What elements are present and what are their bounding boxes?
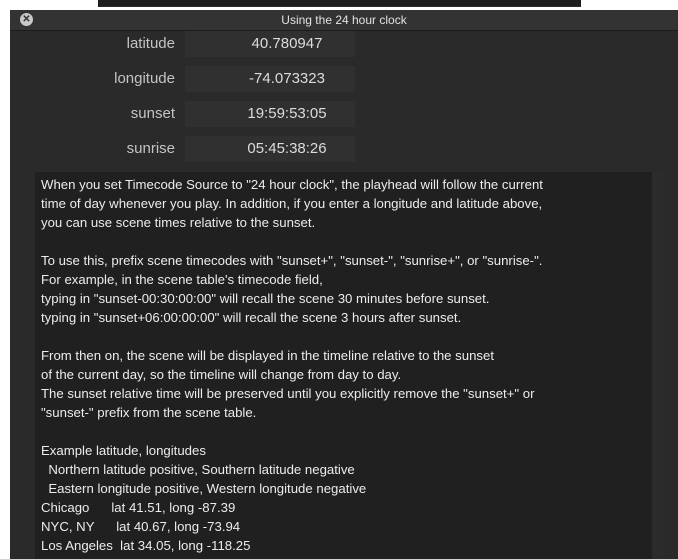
longitude-value: -74.073323 <box>249 70 325 87</box>
longitude-row: longitude -74.073323 <box>10 66 678 92</box>
help-line: "sunset-" prefix from the scene table. <box>41 405 257 420</box>
help-line: The sunset relative time will be preserv… <box>41 386 535 401</box>
latitude-field[interactable]: 40.780947 <box>185 31 355 57</box>
help-line: Los Angeles lat 34.05, long -118.25 <box>41 538 251 553</box>
help-line: From then on, the scene will be displaye… <box>41 348 495 363</box>
sunset-value: 19:59:53:05 <box>247 105 327 122</box>
sunrise-row: sunrise 05:45:38:26 <box>10 136 678 162</box>
help-paragraph-timeline: From then on, the scene will be displaye… <box>41 346 651 422</box>
help-paragraph-intro: When you set Timecode Source to "24 hour… <box>41 175 651 232</box>
latitude-value: 40.780947 <box>251 35 323 52</box>
help-paragraph-usage: To use this, prefix scene timecodes with… <box>41 251 651 327</box>
help-line: typing in "sunset-00:30:00:00" will reca… <box>41 291 490 306</box>
sunrise-field[interactable]: 05:45:38:26 <box>185 136 355 162</box>
longitude-field[interactable]: -74.073323 <box>185 66 355 92</box>
help-line: of the current day, so the timeline will… <box>41 367 402 382</box>
sunset-label: sunset <box>130 105 175 122</box>
help-line: NYC, NY lat 40.67, long -73.94 <box>41 519 241 534</box>
sunset-row: sunset 19:59:53:05 <box>10 101 678 127</box>
help-line: typing in "sunset+06:00:00:00" will reca… <box>41 310 462 325</box>
longitude-label: longitude <box>114 70 175 87</box>
help-line: Example latitude, longitudes <box>41 443 206 458</box>
help-line: When you set Timecode Source to "24 hour… <box>41 177 543 192</box>
help-line: Northern latitude positive, Southern lat… <box>41 462 355 477</box>
help-line: Eastern longitude positive, Western long… <box>41 481 367 496</box>
sunrise-value: 05:45:38:26 <box>247 140 327 157</box>
help-text: When you set Timecode Source to "24 hour… <box>41 175 651 559</box>
help-line: you can use scene times relative to the … <box>41 215 316 230</box>
help-line: For example, in the scene table's timeco… <box>41 272 323 287</box>
background-window-edge <box>98 0 581 7</box>
help-line: Chicago lat 41.51, long -87.39 <box>41 500 236 515</box>
latitude-label: latitude <box>126 35 175 52</box>
sunrise-label: sunrise <box>126 140 175 157</box>
help-scrollbar[interactable] <box>652 172 664 559</box>
latitude-row: latitude 40.780947 <box>10 31 678 57</box>
sunset-field[interactable]: 19:59:53:05 <box>185 101 355 127</box>
help-window: ✕ Using the 24 hour clock latitude 40.78… <box>10 10 678 559</box>
title-bar: ✕ Using the 24 hour clock <box>10 10 678 31</box>
help-line: To use this, prefix scene timecodes with… <box>41 253 543 268</box>
help-text-area[interactable]: When you set Timecode Source to "24 hour… <box>35 172 664 559</box>
window-title: Using the 24 hour clock <box>281 13 407 27</box>
help-paragraph-examples: Example latitude, longitudes Northern la… <box>41 441 651 555</box>
help-line: time of day whenever you play. In additi… <box>41 196 543 211</box>
